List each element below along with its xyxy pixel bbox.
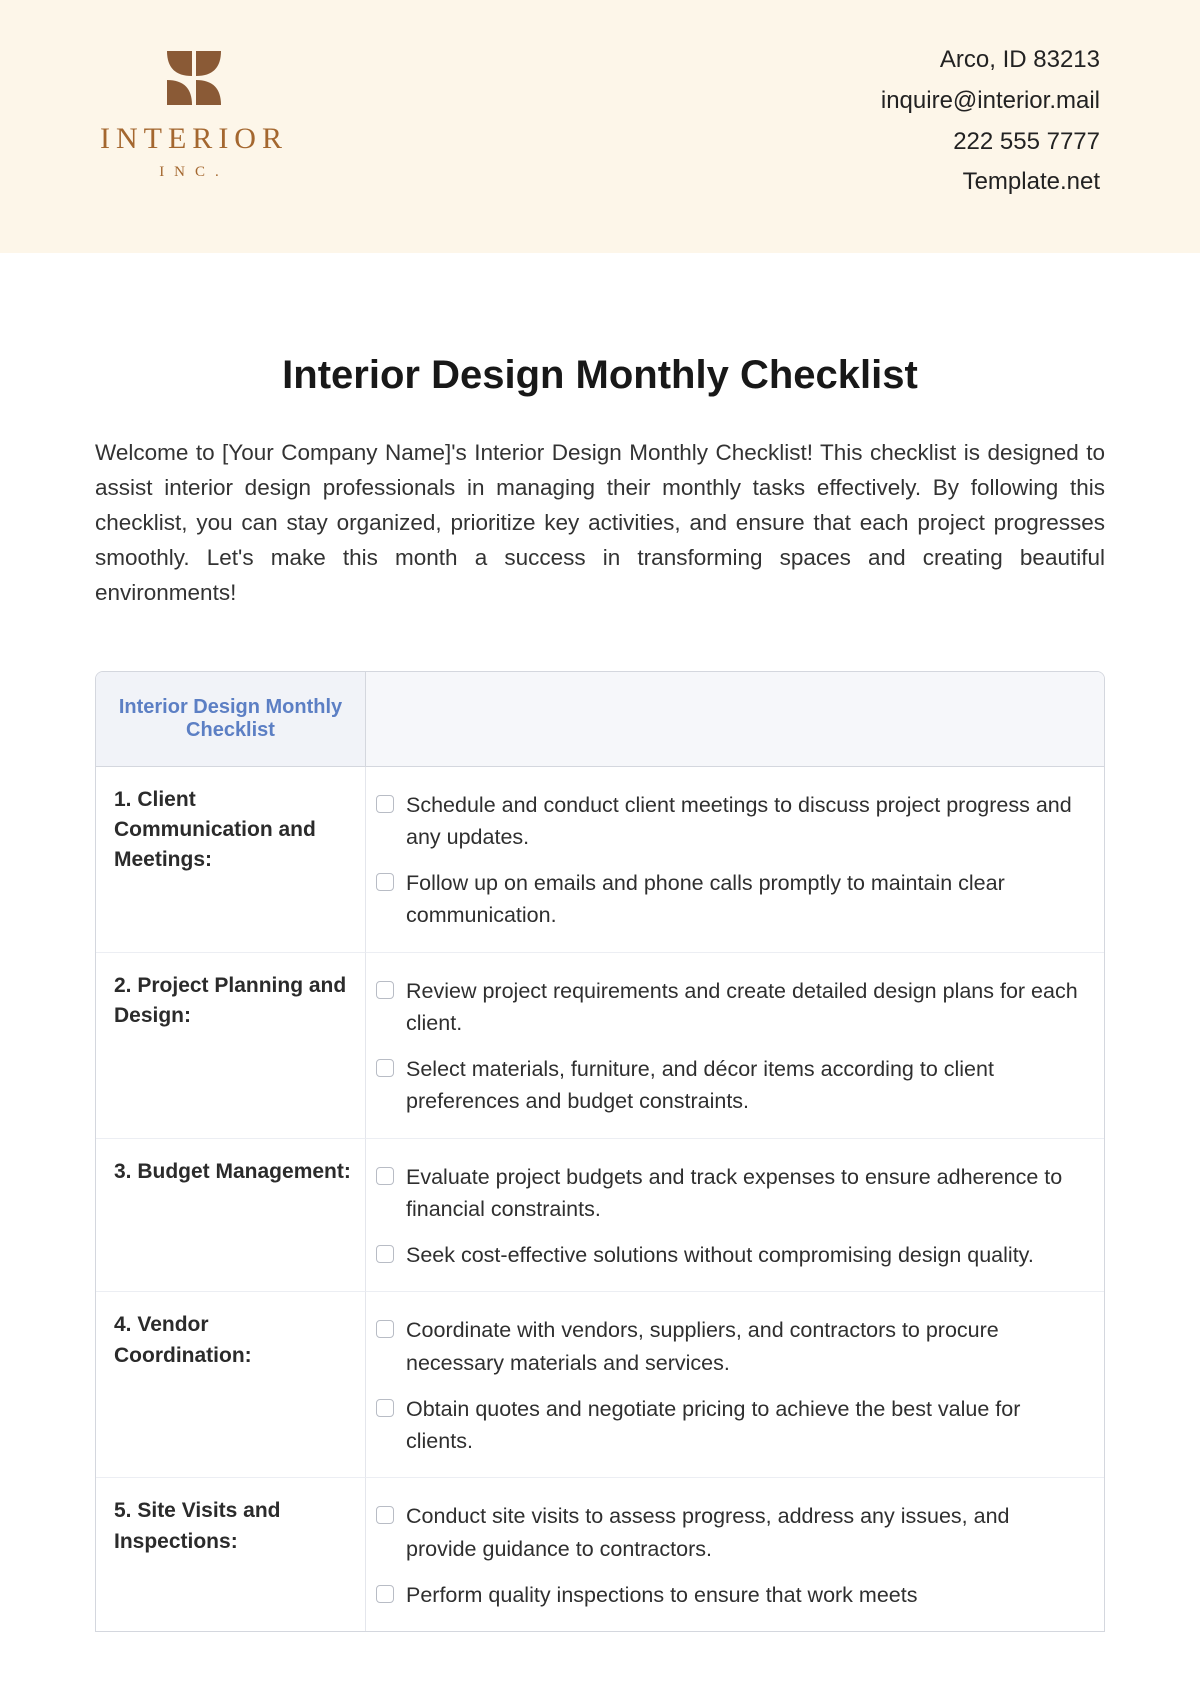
checklist-item: Schedule and conduct client meetings to … [376, 789, 1084, 854]
checklist-item-text: Coordinate with vendors, suppliers, and … [406, 1314, 1084, 1379]
checklist-table: Interior Design Monthly Checklist 1. Cli… [95, 671, 1105, 1633]
checkbox[interactable] [376, 981, 394, 999]
table-row: 2. Project Planning and Design: Review pr… [96, 953, 1104, 1139]
checkbox[interactable] [376, 1167, 394, 1185]
checkbox[interactable] [376, 1585, 394, 1603]
table-header-left: Interior Design Monthly Checklist [96, 672, 366, 767]
checkbox[interactable] [376, 1399, 394, 1417]
checklist-item-text: Schedule and conduct client meetings to … [406, 789, 1084, 854]
checklist-item-text: Follow up on emails and phone calls prom… [406, 867, 1084, 932]
table-header-right [366, 672, 1104, 767]
logo-mark-icon [162, 46, 226, 110]
items-cell: Schedule and conduct client meetings to … [366, 767, 1104, 953]
checkbox[interactable] [376, 795, 394, 813]
checklist-item-text: Conduct site visits to assess progress, … [406, 1500, 1084, 1565]
items-cell: Review project requirements and create d… [366, 953, 1104, 1139]
checklist-item-text: Evaluate project budgets and track expen… [406, 1161, 1084, 1226]
checkbox[interactable] [376, 1320, 394, 1338]
checkbox[interactable] [376, 1059, 394, 1077]
items-cell: Evaluate project budgets and track expen… [366, 1139, 1104, 1293]
checklist-item: Coordinate with vendors, suppliers, and … [376, 1314, 1084, 1379]
checklist-item: Review project requirements and create d… [376, 975, 1084, 1040]
checklist-item: Select materials, furniture, and décor i… [376, 1053, 1084, 1118]
table-row: 4. Vendor Coordination: Coordinate with v… [96, 1292, 1104, 1478]
checklist-item: Seek cost-effective solutions without co… [376, 1239, 1084, 1271]
checklist-item: Perform quality inspections to ensure th… [376, 1579, 1084, 1611]
category-cell: 4. Vendor Coordination: [96, 1292, 366, 1478]
logo-inc: INC. [159, 164, 229, 181]
document-header: INTERIOR INC. Arco, ID 83213 inquire@int… [0, 0, 1200, 253]
checklist-item-text: Seek cost-effective solutions without co… [406, 1239, 1034, 1271]
table-row: 1. Client Communication and Meetings: Sch… [96, 767, 1104, 953]
table-row: 3. Budget Management: Evaluate project bu… [96, 1139, 1104, 1293]
checklist-item: Evaluate project budgets and track expen… [376, 1161, 1084, 1226]
contact-site: Template.net [881, 162, 1100, 203]
logo-word: INTERIOR [100, 122, 288, 156]
page-title: Interior Design Monthly Checklist [95, 353, 1105, 398]
category-cell: 5. Site Visits and Inspections: [96, 1478, 366, 1631]
items-cell: Conduct site visits to assess progress, … [366, 1478, 1104, 1631]
contact-email: inquire@interior.mail [881, 81, 1100, 122]
checklist-item-text: Review project requirements and create d… [406, 975, 1084, 1040]
contact-phone: 222 555 7777 [881, 122, 1100, 163]
checklist-item-text: Select materials, furniture, and décor i… [406, 1053, 1084, 1118]
company-logo: INTERIOR INC. [100, 40, 288, 181]
checklist-item-text: Obtain quotes and negotiate pricing to a… [406, 1393, 1084, 1458]
category-cell: 3. Budget Management: [96, 1139, 366, 1293]
category-cell: 2. Project Planning and Design: [96, 953, 366, 1139]
contact-block: Arco, ID 83213 inquire@interior.mail 222… [881, 40, 1100, 203]
checklist-item: Follow up on emails and phone calls prom… [376, 867, 1084, 932]
checkbox[interactable] [376, 1245, 394, 1263]
intro-paragraph: Welcome to [Your Company Name]'s Interio… [95, 436, 1105, 610]
checkbox[interactable] [376, 1506, 394, 1524]
table-row: 5. Site Visits and Inspections: Conduct s… [96, 1478, 1104, 1631]
items-cell: Coordinate with vendors, suppliers, and … [366, 1292, 1104, 1478]
category-cell: 1. Client Communication and Meetings: [96, 767, 366, 953]
checklist-item-text: Perform quality inspections to ensure th… [406, 1579, 917, 1611]
contact-address: Arco, ID 83213 [881, 40, 1100, 81]
checklist-item: Obtain quotes and negotiate pricing to a… [376, 1393, 1084, 1458]
document-body: Interior Design Monthly Checklist Welcom… [0, 253, 1200, 1632]
checkbox[interactable] [376, 873, 394, 891]
checklist-item: Conduct site visits to assess progress, … [376, 1500, 1084, 1565]
